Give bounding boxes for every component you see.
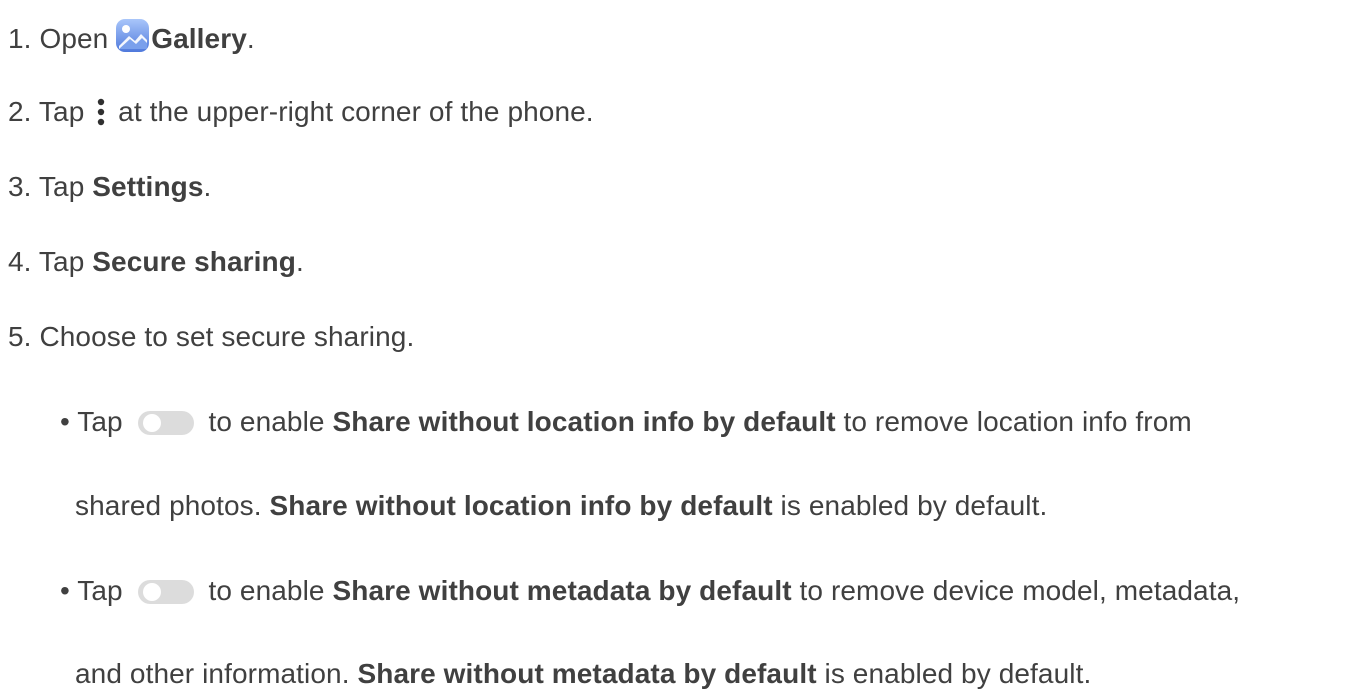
step-number: 1. (8, 23, 32, 54)
share-without-location-label: Share without location info by default (332, 406, 836, 437)
step-3: 3. Tap Settings. (8, 171, 212, 202)
step-4: 4. Tap Secure sharing. (8, 246, 304, 277)
bullet-metadata: • Tap to enable Share without metadata b… (60, 575, 1241, 606)
step-1: 1. Open Gallery. (8, 19, 255, 57)
gallery-icon (116, 19, 150, 52)
bullet-location-info: • Tap to enable Share without location i… (60, 406, 1192, 437)
toggle-switch-icon (137, 578, 195, 606)
step-text: Tap (31, 96, 93, 127)
share-without-metadata-label: Share without metadata by default (357, 658, 817, 689)
share-without-metadata-label: Share without metadata by default (332, 575, 792, 606)
bullet-metadata-continued: and other information. Share without met… (75, 658, 1092, 689)
step-text: Choose to set secure sharing. (31, 321, 415, 352)
toggle-switch-icon (137, 409, 195, 437)
step-number: 4. (8, 246, 32, 277)
step-number: 5. (8, 321, 32, 352)
share-without-location-label: Share without location info by default (269, 490, 773, 521)
step-text: Tap (31, 246, 93, 277)
bullet-marker: • (60, 575, 78, 606)
step-number: 2. (8, 96, 32, 127)
secure-sharing-label: Secure sharing (92, 246, 296, 277)
settings-label: Settings (92, 171, 204, 202)
step-number: 3. (8, 171, 32, 202)
step-2: 2. Tap at the upper-right corner of the … (8, 96, 594, 127)
gallery-label: Gallery (151, 23, 247, 54)
more-vertical-icon (96, 97, 106, 127)
bullet-location-info-continued: shared photos. Share without location in… (75, 490, 1048, 521)
step-text: Tap (31, 171, 93, 202)
bullet-marker: • (60, 406, 78, 437)
step-text: Open (31, 23, 117, 54)
step-5: 5. Choose to set secure sharing. (8, 319, 414, 355)
